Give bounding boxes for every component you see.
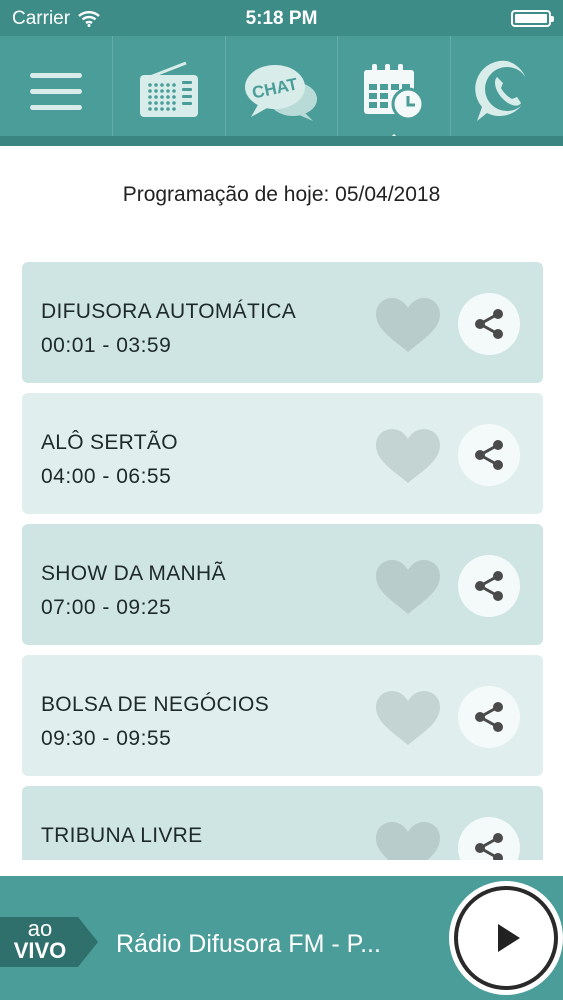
now-playing-bar[interactable]: ao VIVO Rádio Difusora FM - P... — [0, 876, 563, 1000]
heart-icon[interactable] — [374, 820, 442, 860]
program-card[interactable]: TRIBUNA LIVRE — [22, 786, 543, 860]
tab-menu[interactable] — [0, 36, 112, 146]
program-card[interactable]: SHOW DA MANHÃ 07:00 - 09:25 — [22, 524, 543, 645]
share-icon — [475, 440, 503, 470]
share-button[interactable] — [458, 555, 520, 617]
tab-schedule[interactable] — [337, 36, 450, 146]
tab-whatsapp[interactable] — [450, 36, 563, 146]
status-bar: Carrier 5:18 PM — [0, 0, 563, 36]
tab-chat[interactable]: CHAT — [224, 36, 338, 146]
calendar-clock-icon — [364, 64, 425, 121]
heart-icon[interactable] — [374, 427, 442, 485]
share-button[interactable] — [458, 293, 520, 355]
heart-icon[interactable] — [374, 296, 442, 354]
share-icon — [475, 833, 503, 860]
battery-icon — [511, 10, 554, 27]
program-card[interactable]: BOLSA DE NEGÓCIOS 09:30 - 09:55 — [22, 655, 543, 776]
share-icon — [475, 702, 503, 732]
live-badge-label: ao VIVO — [2, 918, 78, 962]
share-button[interactable] — [458, 424, 520, 486]
share-button[interactable] — [458, 686, 520, 748]
live-badge-bottom: VIVO — [13, 938, 67, 963]
program-card[interactable]: ALÔ SERTÃO 04:00 - 06:55 — [22, 393, 543, 514]
page-title: Programação de hoje: 05/04/2018 — [122, 183, 441, 206]
share-icon — [475, 309, 503, 339]
heart-icon[interactable] — [374, 558, 442, 616]
tab-radio[interactable] — [111, 36, 225, 146]
play-icon — [498, 924, 520, 952]
program-list[interactable]: DIFUSORA AUTOMÁTICA 00:01 - 03:59 ALÔ SE… — [22, 262, 543, 860]
radio-icon — [139, 61, 198, 117]
hamburger-menu-icon — [29, 73, 82, 110]
heart-icon[interactable] — [374, 689, 442, 747]
top-tab-bar: CHAT — [0, 36, 563, 146]
chat-bubble-icon: CHAT — [245, 65, 318, 121]
live-badge-top: ao — [27, 916, 53, 941]
station-title: Rádio Difusora FM - P... — [116, 930, 381, 958]
share-icon — [475, 571, 503, 601]
play-button[interactable] — [454, 886, 558, 990]
whatsapp-icon — [475, 60, 530, 121]
tab-bar-underline — [0, 136, 563, 146]
program-card[interactable]: DIFUSORA AUTOMÁTICA 00:01 - 03:59 — [22, 262, 543, 383]
status-time: 5:18 PM — [245, 8, 318, 29]
